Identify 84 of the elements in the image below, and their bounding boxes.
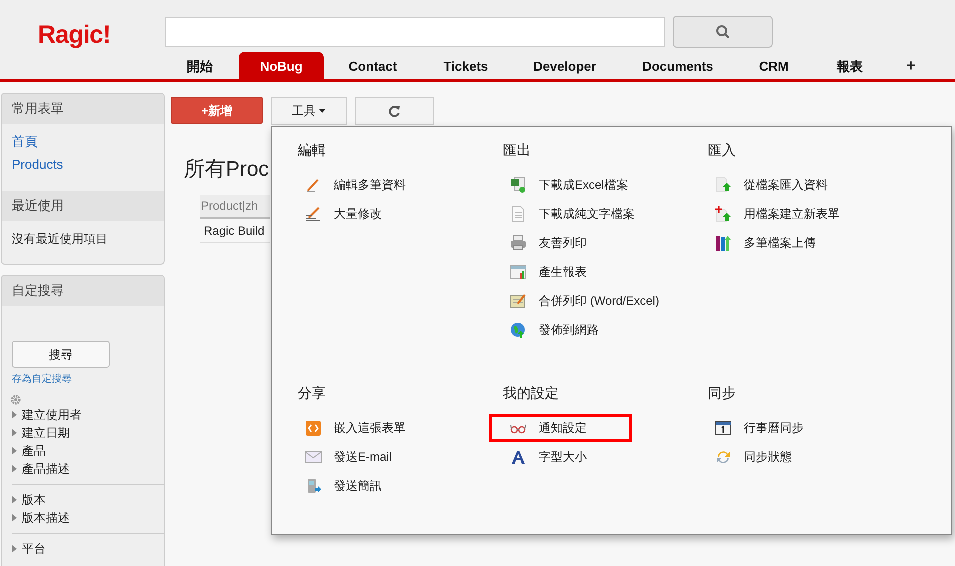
table-cell: Ragic Build [200, 219, 270, 243]
menu-item[interactable]: 下載成Excel檔案 [503, 174, 670, 196]
menu-item[interactable]: 從檔案匯入資料 [708, 174, 870, 196]
field-toggle[interactable]: 建立日期 [12, 424, 164, 442]
menu-item[interactable]: 同步狀態 [708, 446, 834, 468]
nav-tab[interactable]: CRM [744, 52, 804, 82]
empty-message: 沒有最近使用項目 [11, 231, 109, 248]
field-toggle[interactable]: 版本 [12, 491, 164, 509]
phone-icon [305, 478, 322, 494]
tools-button[interactable]: 工具 [271, 97, 347, 125]
search-icon [716, 25, 730, 39]
field-toggle[interactable]: 產品 [12, 442, 164, 460]
menu-item[interactable]: 發送E-mail [298, 446, 434, 468]
sidebar-link[interactable]: Products [12, 155, 154, 174]
field-toggle[interactable]: 建立使用者 [12, 406, 164, 424]
panel-header: 常用表單 [2, 94, 164, 124]
search-button[interactable] [673, 16, 773, 48]
chart-icon [510, 264, 527, 280]
section-heading: 同步 [708, 384, 737, 402]
column-header: Product|zh [200, 195, 270, 219]
triangle-icon [12, 545, 17, 553]
nav-tab[interactable]: Developer [525, 52, 605, 82]
triangle-icon [12, 514, 17, 522]
menu-item[interactable]: 大量修改 [298, 203, 424, 225]
logo: Ragic! [38, 20, 111, 51]
menu-item[interactable]: 行事曆同步 [708, 417, 846, 439]
nav-tab[interactable]: NoBug [239, 52, 324, 82]
search-button[interactable]: 搜尋 [12, 341, 110, 368]
menu-item[interactable]: 發佈到網路 [503, 319, 641, 341]
triangle-icon [12, 411, 17, 419]
gear-icon[interactable] [11, 395, 21, 405]
sidebar-link[interactable]: 首頁 [12, 132, 154, 151]
save-search-link[interactable]: 存為自定搜尋 [12, 372, 164, 387]
form-icon [510, 292, 527, 310]
section-heading: 分享 [298, 384, 327, 402]
envelope-icon [305, 448, 322, 466]
menu-item[interactable]: 發送簡訊 [298, 475, 424, 497]
file-upload-icon [715, 176, 732, 194]
triangle-icon [12, 465, 17, 473]
triangle-icon [12, 429, 17, 437]
caret-icon [319, 109, 326, 113]
nav-tab[interactable]: Documents [638, 52, 718, 82]
add-tab-button[interactable]: + [900, 52, 922, 82]
nav-tab[interactable]: 開始 [175, 52, 225, 82]
search-field[interactable] [165, 17, 665, 47]
refresh-button[interactable] [355, 97, 434, 125]
nav-tab[interactable]: Contact [333, 52, 413, 82]
printer-icon [510, 234, 527, 252]
sync-icon [715, 448, 732, 466]
menu-item[interactable]: 嵌入這張表單 [298, 417, 448, 439]
menu-item[interactable]: 用檔案建立新表單 [708, 203, 882, 225]
section-heading: 匯出 [503, 141, 532, 159]
menu-item[interactable]: 通知設定 [492, 417, 629, 439]
binders-icon [715, 234, 732, 252]
field-toggle[interactable]: 平台 [12, 540, 164, 558]
triangle-icon [12, 447, 17, 455]
menu-item[interactable]: 多筆檔案上傳 [708, 232, 858, 254]
document-icon [510, 206, 527, 222]
section-heading: 編輯 [298, 141, 327, 159]
menu-item[interactable]: 產生報表 [503, 261, 629, 283]
panel-header: 最近使用 [2, 191, 164, 221]
code-icon [305, 420, 322, 436]
menu-item[interactable]: 編輯多筆資料 [298, 174, 448, 196]
new-record-button[interactable]: +新增 [171, 97, 263, 124]
file-add-icon [715, 206, 732, 222]
menu-item[interactable]: 合併列印 (Word/Excel) [503, 290, 702, 312]
refresh-icon [388, 104, 401, 118]
pencil-lines-icon [305, 206, 322, 222]
letter-icon [510, 448, 527, 466]
calendar-icon [715, 420, 732, 436]
menu-item[interactable]: 字型大小 [503, 446, 629, 468]
field-toggle[interactable]: 版本描述 [12, 509, 164, 527]
triangle-icon [12, 496, 17, 504]
page-title: 所有Proc [184, 157, 270, 183]
globe-icon [510, 322, 527, 338]
menu-item[interactable]: 友善列印 [503, 232, 629, 254]
nav-tab[interactable]: 報表 [825, 52, 875, 82]
menu-item[interactable]: 下載成純文字檔案 [503, 203, 677, 225]
panel-header: 自定搜尋 [2, 276, 164, 306]
field-toggle[interactable]: 產品描述 [12, 460, 164, 478]
section-heading: 我的設定 [503, 384, 560, 402]
nav-tab[interactable]: Tickets [426, 52, 506, 82]
section-heading: 匯入 [708, 141, 737, 159]
spreadsheet-icon [510, 176, 527, 194]
